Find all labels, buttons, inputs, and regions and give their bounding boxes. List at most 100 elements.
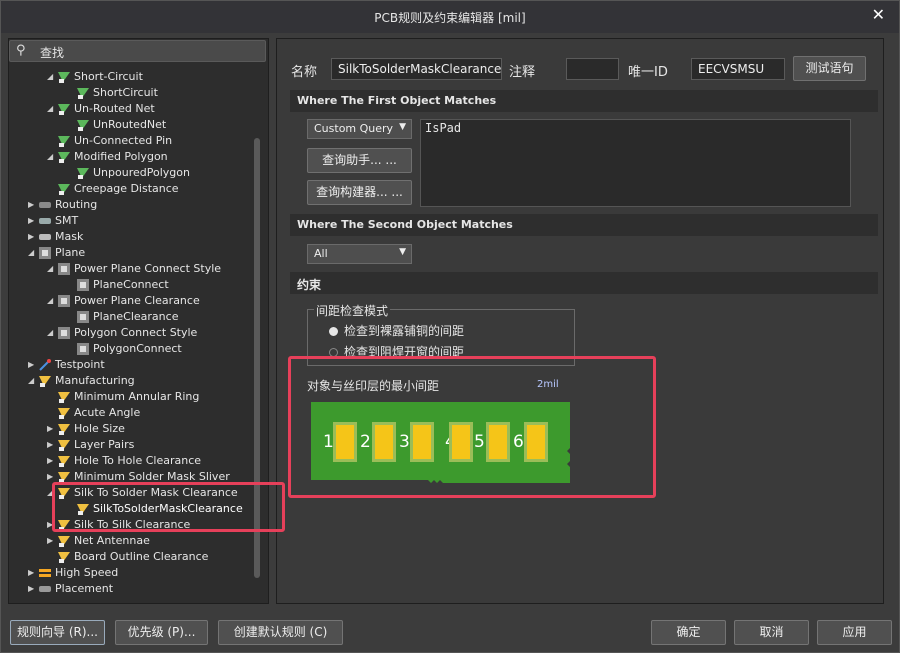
mfg-rule-icon [57,438,71,452]
mfg-rule-icon [38,374,52,388]
expanded-arrow-icon[interactable]: ◢ [47,293,57,309]
tree-item[interactable]: Acute Angle [47,405,140,421]
tree-item[interactable]: UnpouredPolygon [66,165,190,181]
tree-item[interactable]: ◢ Manufacturing [28,373,135,389]
collapsed-arrow-icon[interactable]: ▶ [28,581,38,597]
tree-item[interactable]: Un-Connected Pin [47,133,172,149]
highlight-box-diagram [288,356,656,498]
first-object-header: Where The First Object Matches [290,90,878,112]
tree-item[interactable]: ◢ Short-Circuit [47,69,143,85]
name-field[interactable]: SilkToSolderMaskClearance [331,58,502,80]
rule-rule-icon [57,150,71,164]
collapsed-arrow-icon[interactable]: ▶ [47,421,57,437]
collapsed-arrow-icon[interactable]: ▶ [47,437,57,453]
plane-rule-icon [57,326,71,340]
collapsed-arrow-icon[interactable]: ▶ [47,533,57,549]
tree-item-label: High Speed [55,566,119,579]
radio-selected-icon [329,327,338,336]
tree-item[interactable]: PlaneClearance [66,309,178,325]
expanded-arrow-icon[interactable]: ◢ [47,101,57,117]
tree-item[interactable]: ▶ Hole To Hole Clearance [47,453,201,469]
tree-item-label: Creepage Distance [74,182,179,195]
collapsed-arrow-icon[interactable]: ▶ [47,453,57,469]
expanded-arrow-icon[interactable]: ◢ [47,261,57,277]
expanded-arrow-icon[interactable]: ◢ [47,325,57,341]
tree-item-label: UnRoutedNet [93,118,167,131]
cancel-button[interactable]: 取消 [734,620,809,645]
tree-item[interactable]: ▶ High Speed [28,565,118,581]
smt-rule-icon [38,214,52,228]
tree-item[interactable]: PlaneConnect [66,277,169,293]
expanded-arrow-icon[interactable]: ◢ [47,69,57,85]
tree-item[interactable]: ◢ Modified Polygon [47,149,168,165]
tree-item[interactable]: ◢ Plane [28,245,85,261]
mfg-rule-icon [57,454,71,468]
tree-item-label: ShortCircuit [93,86,158,99]
placement-rule-icon [38,582,52,596]
tree-item[interactable]: UnRoutedNet [66,117,166,133]
tree-item-label: Manufacturing [55,374,135,387]
first-object-query-editor[interactable]: IsPad [420,119,851,207]
rule-rule-icon [76,166,90,180]
tree-item-label: SMT [55,214,79,227]
plane-rule-icon [76,278,90,292]
tree-item-label: Placement [55,582,114,595]
collapsed-arrow-icon[interactable]: ▶ [28,565,38,581]
ok-button[interactable]: 确定 [651,620,726,645]
radio-exposed-copper[interactable]: 检查到裸露铺铜的间距 [329,322,464,339]
create-default-rules-button[interactable]: 创建默认规则 (C) [218,620,343,645]
expanded-arrow-icon[interactable]: ◢ [28,373,38,389]
tree-item[interactable]: PolygonConnect [66,341,182,357]
tree-item[interactable]: ◢ Un-Routed Net [47,101,155,117]
expanded-arrow-icon[interactable]: ◢ [47,149,57,165]
collapsed-arrow-icon[interactable]: ▶ [28,213,38,229]
tree-item[interactable]: ▶ SMT [28,213,78,229]
rule-rule-icon [57,70,71,84]
constraints-header: 约束 [290,272,878,294]
tree-item[interactable]: ◢ Power Plane Connect Style [47,261,221,277]
tree-item[interactable]: ▶ Placement [28,581,113,597]
title-bar: PCB规则及约束编辑器 [mil] ✕ [1,1,899,33]
tree-item-label: Minimum Annular Ring [74,390,200,403]
collapsed-arrow-icon[interactable]: ▶ [28,229,38,245]
collapsed-arrow-icon[interactable]: ▶ [28,197,38,213]
test-query-button[interactable]: 测试语句 [793,56,866,81]
unique-id-field[interactable]: EECVSMSU [691,58,785,80]
tree-item-label: PlaneConnect [93,278,169,291]
collapsed-arrow-icon[interactable]: ▶ [28,357,38,373]
tree-item[interactable]: ShortCircuit [66,85,158,101]
tree-item[interactable]: ▶ Mask [28,229,83,245]
apply-button[interactable]: 应用 [817,620,892,645]
rule-rule-icon [57,102,71,116]
tree-item[interactable]: ▶ Testpoint [28,357,105,373]
first-object-dropdown[interactable]: Custom Query ▼ [307,119,412,139]
tree-item[interactable]: Creepage Distance [47,181,179,197]
tree-item[interactable]: ▶ Hole Size [47,421,125,437]
mfg-rule-icon [57,406,71,420]
second-object-dropdown[interactable]: All ▼ [307,244,412,264]
comment-field[interactable] [566,58,619,80]
tree-item-label: PlaneClearance [93,310,179,323]
plane-rule-icon [57,294,71,308]
second-object-header: Where The Second Object Matches [290,214,878,236]
rule-wizard-button[interactable]: 规则向导 (R)... [10,620,105,645]
tree-item[interactable]: ▶ Net Antennae [47,533,150,549]
tree-item[interactable]: Board Outline Clearance [47,549,208,565]
tree-item[interactable]: ▶ Routing [28,197,97,213]
search-input[interactable]: ⚲ 查找 [9,40,266,62]
tree-item-label: Testpoint [55,358,105,371]
tree-item-label: Layer Pairs [74,438,135,451]
plane-rule-icon [38,246,52,260]
tree-item[interactable]: ◢ Polygon Connect Style [47,325,197,341]
priority-button[interactable]: 优先级 (P)... [115,620,208,645]
query-builder-button[interactable]: 查询构建器... ... [307,180,412,205]
close-icon[interactable]: ✕ [872,5,885,24]
tree-item[interactable]: Minimum Annular Ring [47,389,199,405]
tree-item-label: Power Plane Clearance [74,294,200,307]
tree-item-label: Plane [55,246,86,259]
tree-item-label: Routing [55,198,98,211]
tree-item[interactable]: ◢ Power Plane Clearance [47,293,200,309]
expanded-arrow-icon[interactable]: ◢ [28,245,38,261]
tree-item[interactable]: ▶ Layer Pairs [47,437,134,453]
query-helper-button[interactable]: 查询助手... ... [307,148,412,173]
